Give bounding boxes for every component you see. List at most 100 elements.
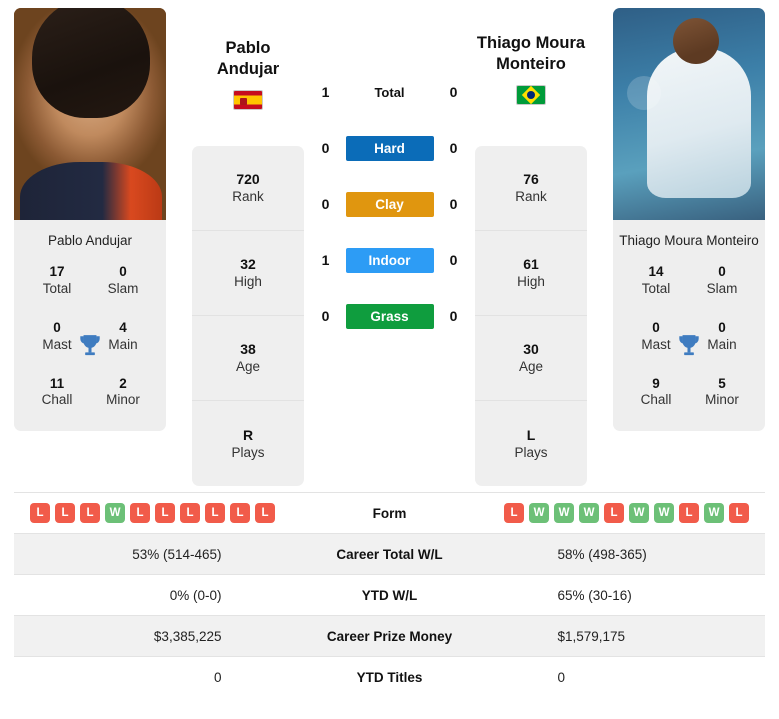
right-title-cell: 9 Chall [623, 376, 689, 410]
left-player-caption: Pablo Andujar [47, 233, 133, 248]
right-player-card[interactable]: Thiago Moura Monteiro 14 Total 0 Slam 0 … [613, 8, 765, 432]
right-stat-high: 61 High [475, 231, 587, 316]
h2h-right-value: 0 [449, 252, 458, 268]
left-titles-grid: 17 Total 0 Slam 0 Mast 4 Main 11 Chall 2… [14, 262, 166, 431]
right-stat-label: Rank [515, 189, 547, 205]
right-form-badge-7: L [679, 503, 699, 523]
left-title-label: Total [42, 280, 72, 296]
left-stat-value: 38 [240, 341, 256, 358]
right-stat-column: 76 Rank 61 High 30 Age L Plays [475, 146, 587, 486]
h2h-left-value: 0 [321, 196, 330, 212]
left-stat-label: Age [235, 359, 261, 375]
h2h-row-total: 1 Total 0 [304, 64, 475, 120]
left-title-label: Minor [106, 392, 140, 408]
right-title-label: Total [641, 280, 671, 296]
left-title-cell: 17 Total [24, 264, 90, 298]
right-form-badge-9: L [729, 503, 749, 523]
left-stat-plays: R Plays [192, 401, 304, 486]
right-player-name-line1: Thiago Moura [476, 34, 586, 52]
spain-flag-icon [233, 90, 263, 111]
right-title-value: 14 [648, 264, 664, 279]
player-comparison-page: Pablo Andujar 17 Total 0 Slam 0 Mast 4 M… [0, 0, 779, 719]
right-titles-grid: 14 Total 0 Slam 0 Mast 0 Main 9 Chall 5 … [613, 262, 765, 431]
h2h-row-grass: 0 Grass 0 [304, 288, 475, 344]
right-player-name-line2: Monteiro [496, 55, 566, 74]
left-form-badge-9: L [255, 503, 275, 523]
h2h-right-value: 0 [449, 308, 458, 324]
left-form-badge-6: L [180, 503, 200, 523]
left-stat-label: Rank [232, 189, 264, 205]
left-player-header: Pablo Andujar [192, 38, 304, 111]
h2h-right-value: 0 [449, 140, 458, 156]
right-form-badge-2: W [554, 503, 574, 523]
h2h-left-value: 0 [321, 308, 330, 324]
table-row-career-prize-money: $3,385,225 Career Prize Money $1,579,175 [14, 615, 765, 656]
right-player-header: Thiago Moura Monteiro [475, 33, 587, 106]
right-title-label: Minor [705, 392, 739, 408]
right-stat-age: 30 Age [475, 316, 587, 401]
right-form-badge-3: W [579, 503, 599, 523]
h2h-surface-grass[interactable]: Grass [345, 303, 434, 329]
right-stat-value: L [526, 426, 536, 443]
row-label-form: Form [372, 505, 407, 521]
left-ytd-titles: 0 [213, 669, 222, 685]
right-form-badge-1: W [529, 503, 549, 523]
right-stat-label: High [517, 274, 545, 290]
left-stat-column: 720 Rank 32 High 38 Age R Plays [192, 146, 304, 486]
table-row-career-total-wl: 53% (514-465) Career Total W/L 58% (498-… [14, 533, 765, 574]
left-stat-label: High [234, 274, 262, 290]
left-player-name-line2: Andujar [216, 60, 280, 79]
left-title-label: Slam [107, 280, 139, 296]
h2h-surface-hard[interactable]: Hard [345, 135, 434, 161]
left-stat-label: Plays [231, 444, 265, 460]
right-title-cell: 0 Slam [689, 264, 755, 298]
trophy-icon [679, 334, 699, 355]
right-player-caption: Thiago Moura Monteiro [619, 233, 759, 248]
left-title-value: 11 [49, 375, 65, 391]
h2h-right-value: 0 [449, 84, 458, 100]
trophy-icon [80, 334, 100, 355]
h2h-left-value: 1 [321, 84, 330, 100]
left-form-badge-1: L [55, 503, 75, 523]
right-title-value: 0 [718, 264, 726, 279]
h2h-surface-clay[interactable]: Clay [345, 191, 434, 217]
left-title-value: 2 [119, 375, 127, 391]
row-label-ytd-wl: YTD W/L [361, 587, 418, 603]
left-form-badge-7: L [205, 503, 225, 523]
right-stat-label: Age [518, 359, 544, 375]
left-stat-age: 38 Age [192, 316, 304, 401]
h2h-left-value: 0 [321, 140, 330, 156]
right-form-badge-5: W [629, 503, 649, 523]
right-title-cell: 14 Total [623, 264, 689, 298]
row-label-ytd-titles: YTD Titles [356, 669, 423, 685]
h2h-right-value: 0 [449, 196, 458, 212]
player-photo-right [613, 8, 765, 220]
h2h-surface-indoor[interactable]: Indoor [345, 247, 434, 273]
right-stat-label: Plays [514, 444, 548, 460]
row-label-career-prize-money: Career Prize Money [326, 628, 453, 644]
right-stat-value: 76 [523, 171, 539, 188]
left-title-label: Chall [41, 392, 73, 408]
h2h-row-clay: 0 Clay 0 [304, 176, 475, 232]
left-player-card[interactable]: Pablo Andujar 17 Total 0 Slam 0 Mast 4 M… [14, 8, 166, 432]
h2h-left-value: 1 [321, 252, 330, 268]
left-form-badges: LLLWLLLLLL [14, 503, 300, 523]
left-title-value: 17 [49, 264, 65, 279]
left-stat-rank: 720 Rank [192, 146, 304, 231]
left-form-badge-4: L [130, 503, 150, 523]
left-form-badge-8: L [230, 503, 250, 523]
right-form-badge-4: L [604, 503, 624, 523]
right-title-value: 9 [652, 375, 660, 391]
right-career-total-wl: 58% (498-365) [557, 546, 647, 562]
h2h-surface-label: Total [374, 84, 405, 100]
right-form-badge-8: W [704, 503, 724, 523]
left-stat-high: 32 High [192, 231, 304, 316]
right-form-badge-6: W [654, 503, 674, 523]
right-ytd-titles: 0 [557, 669, 566, 685]
right-title-label: Slam [706, 280, 738, 296]
left-form-badge-0: L [30, 503, 50, 523]
right-stat-rank: 76 Rank [475, 146, 587, 231]
brazil-flag-icon [516, 85, 546, 106]
left-ytd-wl: 0% (0-0) [169, 587, 222, 603]
right-stat-value: 30 [523, 341, 539, 358]
